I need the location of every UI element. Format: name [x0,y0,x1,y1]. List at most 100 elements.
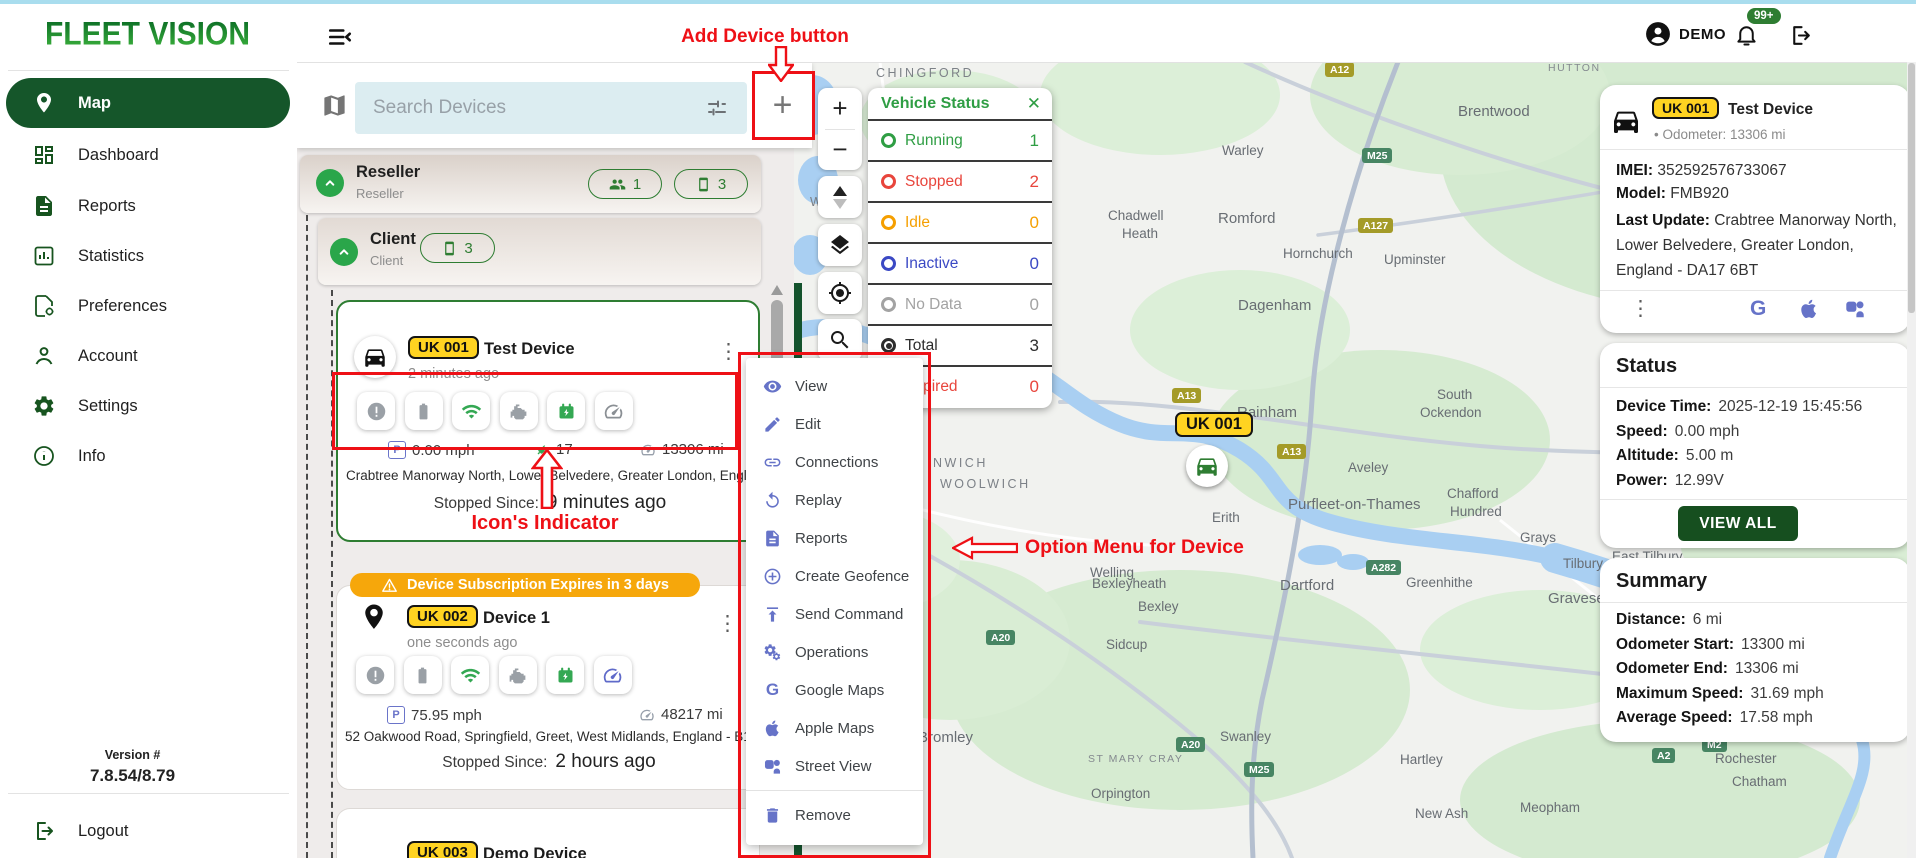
google-maps-button[interactable]: G [1750,297,1766,321]
status-ring-icon [881,174,896,189]
divider [1600,602,1910,603]
search-icon [828,328,852,352]
sidebar-toggle-button[interactable] [327,24,353,50]
map-label: Meopham [1520,800,1580,815]
vehicle-status-row[interactable]: No Data 0 [868,283,1052,324]
reseller-device-count-badge[interactable]: 3 [674,169,748,199]
subscription-warning-banner: Device Subscription Expires in 3 days [350,573,700,597]
car-icon [1194,453,1220,479]
map-label: Chadwell [1108,208,1164,223]
sidebar-item-account[interactable]: Account [6,331,290,381]
device-details-card: UK 001 Test Device • Odometer: 13306 mi … [1600,85,1910,333]
status-title: Status [1616,355,1677,378]
battery-indicator-icon [404,656,442,694]
device-address: 52 Oakwood Road, Springfield, Greet, Wes… [345,729,753,744]
user-menu[interactable]: DEMO [1645,21,1726,47]
gsm-signal-indicator-icon [451,656,489,694]
sidebar-item-statistics[interactable]: Statistics [6,231,290,281]
summary-row: Distance:6 mi [1616,608,1824,633]
vehicle-status-row[interactable]: Running 1 [868,119,1052,160]
subscription-indicator-icon [546,656,584,694]
fleet-vision-app: CHINGFORDHUTTONBrentwoodWarleyWALTHChadw… [0,0,1916,858]
layers-button[interactable] [818,224,862,266]
client-device-count: 3 [464,240,472,257]
vehicle-status-row[interactable]: Idle 0 [868,201,1052,242]
compass-control[interactable] [818,176,862,218]
device-name: Demo Device [483,845,587,858]
vehicle-status-row[interactable]: Stopped 2 [868,160,1052,201]
map-label: Dagenham [1238,297,1311,314]
exit-icon [32,819,56,843]
collapse-client-button[interactable] [330,238,358,266]
road-badge: M25 [1244,762,1274,777]
location-pin-icon [359,602,389,632]
map-label: Tilbury [1563,556,1603,571]
client-device-count-badge[interactable]: 3 [420,233,495,263]
map-layers-icon[interactable] [321,92,348,119]
search-input[interactable] [355,82,747,134]
map-label: Hartley [1400,752,1443,767]
device-plate: UK 003 [407,841,478,858]
device-menu-button[interactable]: ⋮ [718,344,739,360]
group-reseller[interactable]: Reseller Reseller 1 3 [300,155,761,213]
map-label: CHINGFORD [876,66,974,80]
map-label: New Ash [1415,806,1468,821]
sidebar-item-preferences[interactable]: Preferences [6,281,290,331]
collapse-reseller-button[interactable] [316,169,344,197]
status-rows: Device Time:2025-12-19 15:45:56Speed:0.0… [1616,395,1862,493]
street-view-button[interactable] [1844,298,1866,320]
status-ring-icon [881,215,896,230]
device-card-uk002[interactable]: UK 002 Device 1 one seconds ago ⋮ P 75.9… [336,585,760,790]
close-icon[interactable]: ✕ [1027,94,1041,114]
sidebar-item-reports[interactable]: Reports [6,181,290,231]
document-icon [32,194,56,218]
reseller-user-count-badge[interactable]: 1 [588,169,662,199]
details-imei: IMEI: 352592576733067 [1616,162,1787,180]
logout-icon-button[interactable] [1788,23,1813,48]
locate-button[interactable] [818,272,862,314]
annotation-icons-indicator-label: Icon's Indicator [440,512,650,535]
device-card-uk003[interactable]: UK 003 Demo Device [336,808,760,858]
map-marker-plate: UK 001 [1175,412,1253,437]
version-value: 7.8.54/8.79 [15,766,250,786]
divider [1600,499,1910,500]
person-icon [32,344,56,368]
view-all-button[interactable]: VIEW ALL [1678,506,1798,541]
scroll-up-arrow[interactable] [771,285,783,295]
road-badge: A13 [1172,388,1201,403]
gear-icon [32,394,56,418]
map-label: Grays [1520,530,1556,545]
map-label: Romford [1218,210,1276,227]
page-scrollbar[interactable] [1908,63,1915,313]
sidebar-item-map[interactable]: Map [6,78,290,128]
sidebar-item-info[interactable]: Info [6,431,290,481]
reseller-device-count: 3 [718,176,726,193]
map-vehicle-marker[interactable] [1186,445,1228,487]
zoom-in-button[interactable]: + [818,89,862,129]
group-client[interactable]: Client Client 3 [318,218,761,285]
reseller-title: Reseller [356,163,420,182]
road-badge: A12 [1325,62,1354,77]
ignition-indicator-icon [499,656,537,694]
status-row: Power:12.99V [1616,469,1862,494]
vehicle-status-title: Vehicle Status [868,88,1052,119]
zoom-out-button[interactable]: − [818,130,862,170]
status-ring-icon [881,133,896,148]
status-row: Altitude:5.00 m [1616,444,1862,469]
map-label: Swanley [1220,729,1271,744]
device-plate: UK 002 [407,605,478,628]
logout-button[interactable]: Logout [6,806,290,856]
vehicle-status-row[interactable]: Inactive 0 [868,242,1052,283]
device-icon [696,177,711,192]
summary-title: Summary [1616,570,1707,593]
filter-icon[interactable] [705,96,729,120]
details-menu-button[interactable]: ⋮ [1630,301,1651,317]
sidebar-item-label: Dashboard [78,146,159,165]
divider [8,70,289,71]
map-label: South [1437,387,1472,402]
apple-maps-button[interactable] [1798,298,1820,320]
sidebar-item-dashboard[interactable]: Dashboard [6,130,290,180]
status-ring-icon [881,256,896,271]
device-menu-button[interactable]: ⋮ [717,616,738,632]
sidebar-item-settings[interactable]: Settings [6,381,290,431]
